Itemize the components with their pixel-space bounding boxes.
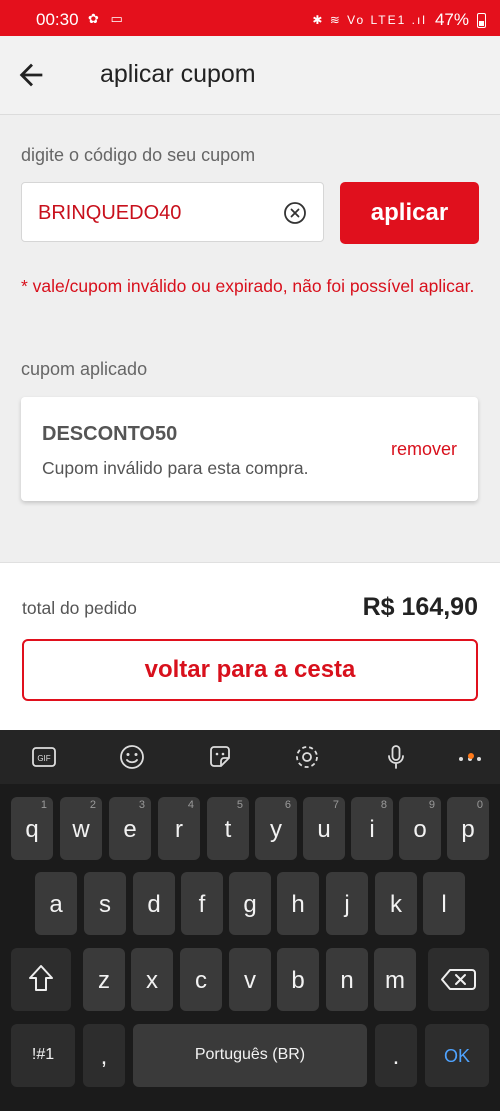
key-q[interactable]: 1q — [11, 797, 53, 860]
clear-icon — [284, 202, 306, 224]
applied-coupon-code: DESCONTO50 — [42, 423, 178, 445]
on-screen-keyboard: GIF 1 q 2 w 3 e 4 r 5 t 6 y 7 u 8 i 9 o … — [0, 730, 500, 1111]
key-o[interactable]: 9o — [399, 797, 441, 860]
sticker-button[interactable] — [204, 741, 236, 773]
gif-label: GIF — [37, 754, 50, 763]
order-total-value: R$ 164,90 — [362, 593, 478, 621]
notification-icons: ✿ ▭ — [88, 11, 127, 26]
key-m[interactable]: m — [374, 948, 416, 1011]
battery-level: 47% — [434, 10, 469, 29]
status-bar: 00:30 ✿ ▭ ✱ ≋ Vo LTE1 .ıl 47% — [0, 0, 500, 36]
coupon-input-container — [21, 182, 324, 243]
apply-coupon-button[interactable]: aplicar — [340, 182, 479, 244]
key-t[interactable]: 5t — [207, 797, 249, 860]
emoji-icon — [120, 745, 144, 769]
emoji-button[interactable] — [116, 741, 148, 773]
key-r[interactable]: 4r — [158, 797, 200, 860]
key-v[interactable]: v — [229, 948, 271, 1011]
ok-key[interactable]: OK — [425, 1024, 489, 1087]
keyboard-toolbar: GIF — [0, 730, 500, 784]
backspace-icon — [441, 969, 476, 990]
sticker-icon — [210, 746, 230, 767]
clear-input-button[interactable] — [283, 201, 307, 225]
key-l[interactable]: l — [423, 872, 465, 935]
applied-coupon-card: DESCONTO50 Cupom inválido para esta comp… — [21, 397, 478, 501]
space-key[interactable]: Português (BR) — [133, 1024, 367, 1087]
remove-coupon-link[interactable]: remover — [391, 439, 457, 460]
key-z[interactable]: z — [83, 948, 125, 1011]
order-footer: total do pedido R$ 164,90 voltar para a … — [0, 562, 500, 731]
key-y[interactable]: 6y — [255, 797, 297, 860]
coupon-code-label: digite o código do seu cupom — [21, 145, 256, 165]
gif-icon: GIF — [32, 747, 56, 767]
key-i[interactable]: 8i — [351, 797, 393, 860]
key-h[interactable]: h — [277, 872, 319, 935]
key-j[interactable]: j — [326, 872, 368, 935]
app-bar: aplicar cupom — [0, 36, 500, 115]
keyboard-settings-button[interactable] — [291, 741, 323, 773]
applied-coupon-label: cupom aplicado — [21, 359, 148, 379]
key-k[interactable]: k — [375, 872, 417, 935]
microphone-icon — [388, 745, 404, 769]
shift-key[interactable] — [11, 948, 71, 1011]
status-time: 00:30 — [36, 10, 79, 29]
battery-icon — [477, 12, 486, 28]
back-button[interactable] — [14, 58, 48, 92]
key-w[interactable]: 2w — [60, 797, 102, 860]
key-f[interactable]: f — [181, 872, 223, 935]
gif-button[interactable]: GIF — [28, 741, 60, 773]
key-x[interactable]: x — [131, 948, 173, 1011]
key-p[interactable]: 0p — [447, 797, 489, 860]
symbols-key[interactable]: !#1 — [11, 1024, 75, 1087]
notification-dot — [468, 753, 474, 759]
shift-icon — [29, 965, 53, 991]
voice-input-button[interactable] — [380, 741, 412, 773]
order-total-label: total do pedido — [22, 598, 137, 618]
key-a[interactable]: a — [35, 872, 77, 935]
comma-key[interactable]: , — [83, 1024, 125, 1087]
more-options-button[interactable] — [454, 741, 486, 773]
gear-icon — [296, 746, 318, 768]
key-b[interactable]: b — [277, 948, 319, 1011]
period-key[interactable]: . — [375, 1024, 417, 1087]
backspace-key[interactable] — [428, 948, 489, 1011]
key-g[interactable]: g — [229, 872, 271, 935]
page-title: aplicar cupom — [100, 60, 256, 88]
coupon-code-input[interactable] — [36, 183, 270, 243]
applied-coupon-message: Cupom inválido para esta compra. — [42, 458, 309, 478]
key-u[interactable]: 7u — [303, 797, 345, 860]
key-e[interactable]: 3e — [109, 797, 151, 860]
key-c[interactable]: c — [180, 948, 222, 1011]
system-icons: ✱ ≋ Vo LTE1 .ıl — [312, 13, 427, 27]
key-d[interactable]: d — [133, 872, 175, 935]
coupon-error-message: * vale/cupom inválido ou expirado, não f… — [21, 276, 475, 296]
key-n[interactable]: n — [326, 948, 368, 1011]
arrow-left-icon — [19, 63, 43, 87]
back-to-cart-button[interactable]: voltar para a cesta — [22, 639, 478, 701]
key-s[interactable]: s — [84, 872, 126, 935]
